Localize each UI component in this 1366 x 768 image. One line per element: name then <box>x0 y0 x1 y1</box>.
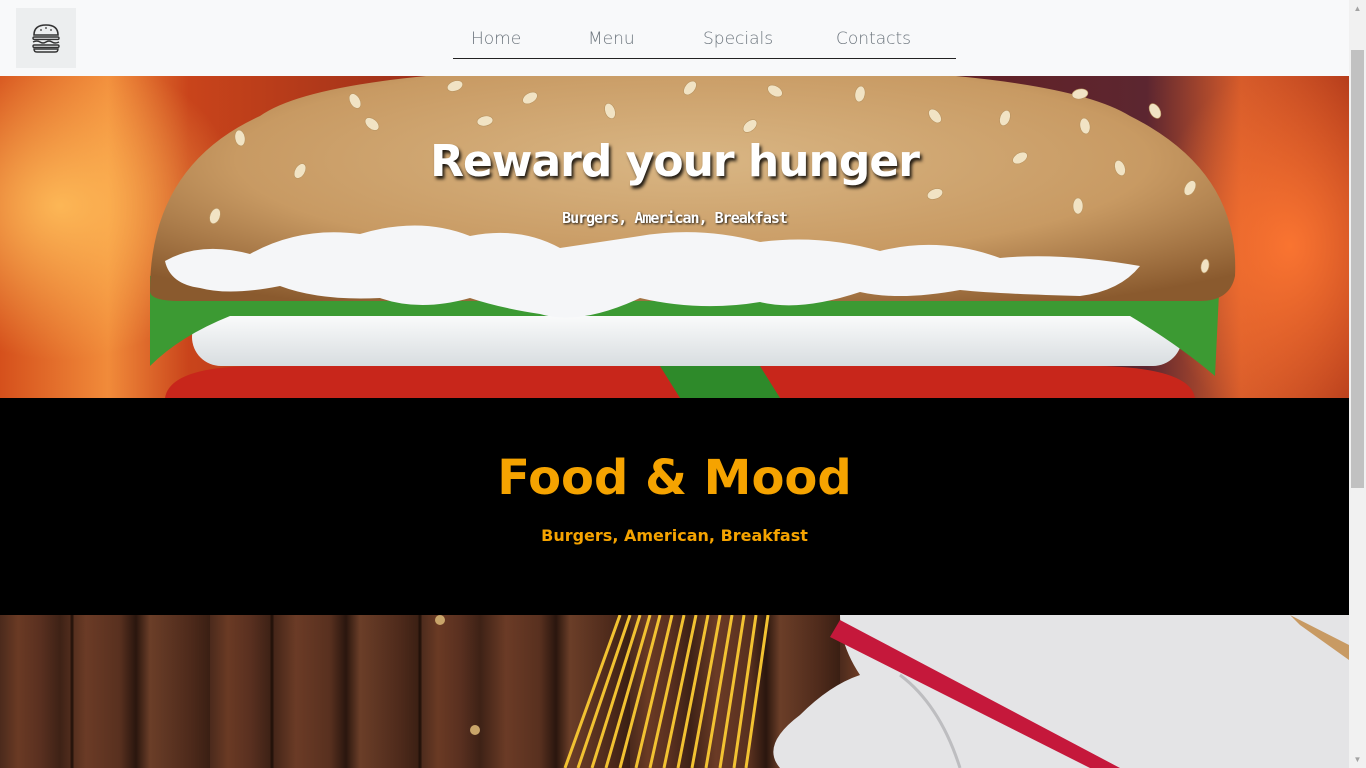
section-title: Food & Mood <box>497 450 852 506</box>
burger-icon <box>32 24 60 53</box>
main-nav: Home Menu Specials Contacts <box>453 20 956 59</box>
pasta-image <box>70 615 1349 768</box>
food-mood-section: Food & Mood Burgers, American, Breakfast <box>0 398 1349 615</box>
nav-link-specials[interactable]: Specials <box>703 29 773 49</box>
burger-image <box>150 76 1236 398</box>
hero-banner: Reward your hunger Burgers, American, Br… <box>0 76 1349 398</box>
nav-link-menu[interactable]: Menu <box>588 29 635 49</box>
nav-link-home[interactable]: Home <box>471 29 521 49</box>
scroll-thumb[interactable] <box>1351 50 1364 488</box>
logo-button[interactable] <box>16 8 76 68</box>
hero-title: Reward your hunger <box>430 136 920 187</box>
wood-background-image <box>0 615 1349 768</box>
hero-subtitle: Burgers, American, Breakfast <box>562 209 788 227</box>
nav-link-contacts[interactable]: Contacts <box>836 29 911 49</box>
vertical-scrollbar[interactable]: ▲ ▼ <box>1349 0 1366 768</box>
page-content: Home Menu Specials Contacts Reward your … <box>0 0 1349 768</box>
section-subtitle: Burgers, American, Breakfast <box>541 526 808 545</box>
page: Home Menu Specials Contacts Reward your … <box>0 0 1366 768</box>
scroll-up-arrow-icon[interactable]: ▲ <box>1349 0 1366 17</box>
scroll-down-arrow-icon[interactable]: ▼ <box>1349 751 1366 768</box>
navbar: Home Menu Specials Contacts <box>0 0 1349 76</box>
